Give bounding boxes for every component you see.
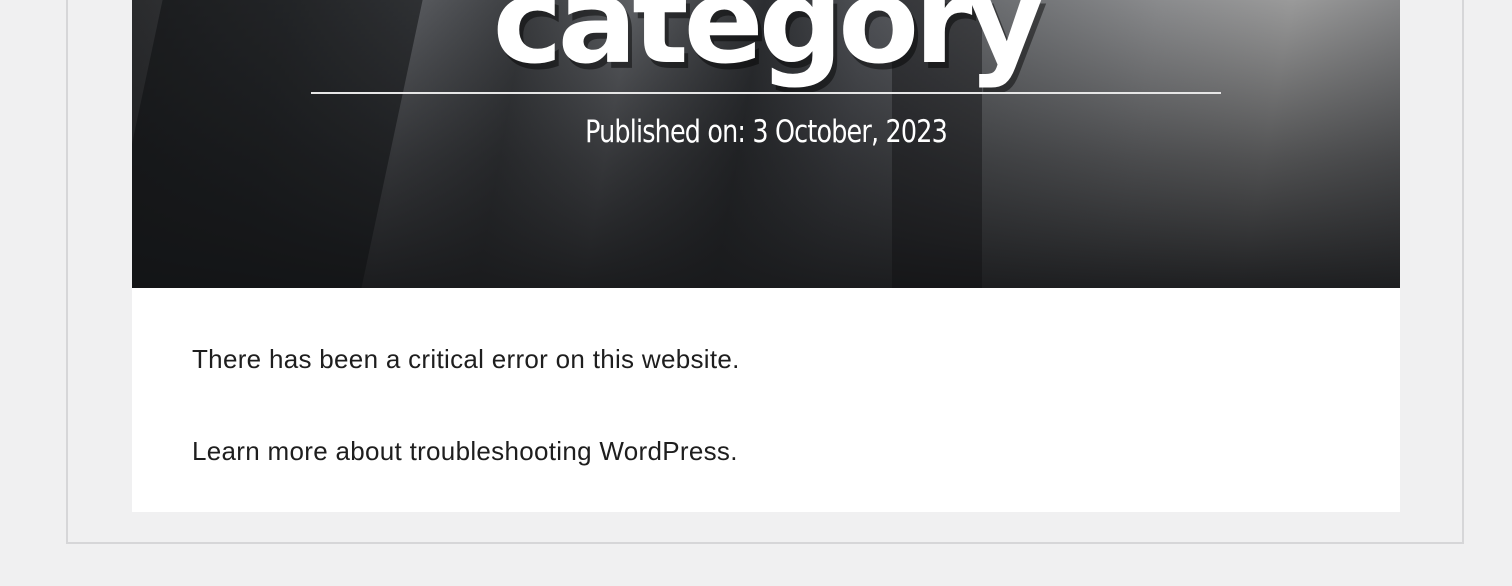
error-content: There has been a critical error on this … [132, 288, 1400, 512]
page-title: category [492, 0, 1045, 90]
troubleshooting-link[interactable]: Learn more about troubleshooting WordPre… [192, 436, 738, 466]
title-divider [311, 92, 1221, 94]
error-message: There has been a critical error on this … [192, 344, 740, 374]
publish-date: Published on: 3 October, 2023 [246, 114, 1286, 150]
hero-banner: category Published on: 3 October, 2023 [132, 0, 1400, 288]
publish-date-value: 3 October, 2023 [752, 114, 947, 150]
publish-date-label: Published on: [585, 114, 746, 150]
